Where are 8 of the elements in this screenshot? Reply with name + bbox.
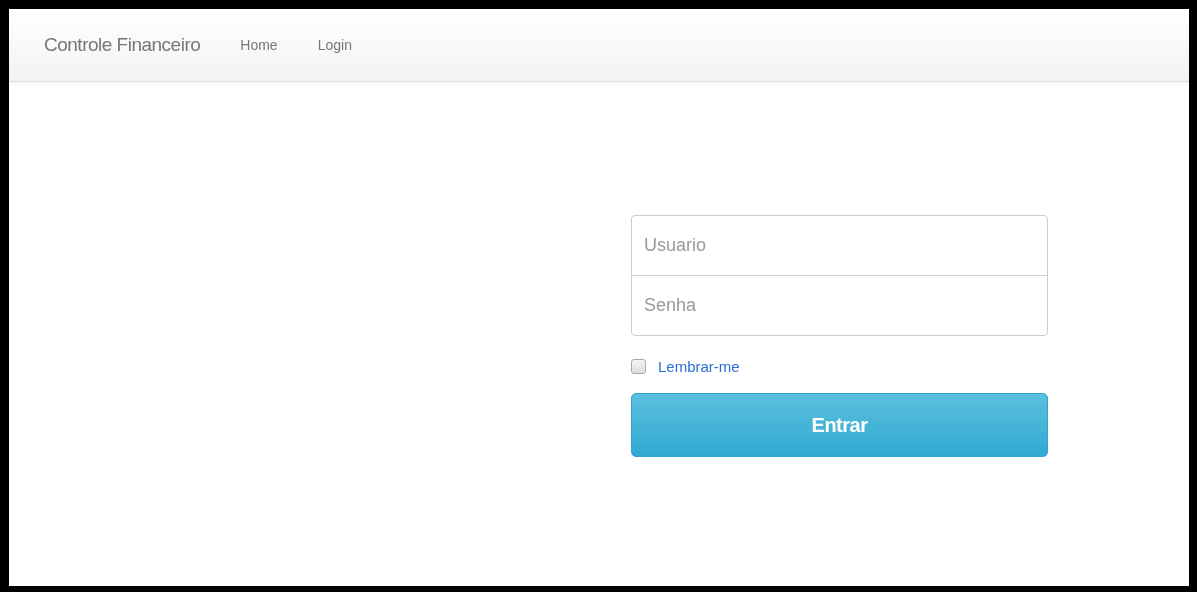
- remember-link[interactable]: Lembrar-me: [658, 357, 740, 375]
- nav-link[interactable]: Login: [317, 37, 352, 53]
- submit-button[interactable]: Entrar: [631, 393, 1048, 457]
- password-field[interactable]: Senha: [631, 275, 1048, 336]
- username-field[interactable]: Usuario: [631, 215, 1048, 276]
- brand-link[interactable]: Controle Financeiro: [44, 34, 201, 56]
- remember-checkbox[interactable]: [631, 358, 646, 374]
- nav-link[interactable]: Home: [240, 37, 278, 53]
